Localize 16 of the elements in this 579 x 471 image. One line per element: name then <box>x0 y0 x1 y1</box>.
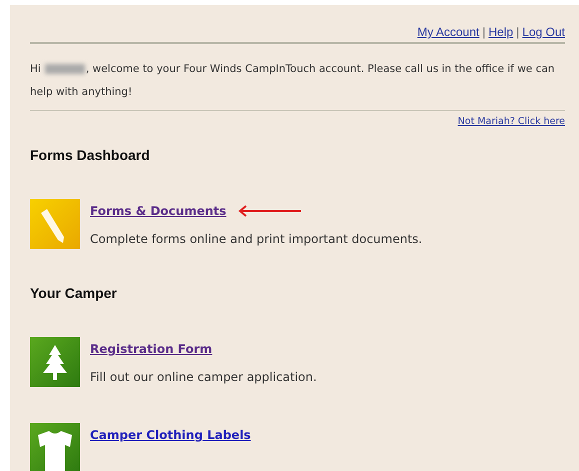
shirt-icon[interactable] <box>30 423 80 471</box>
item-link[interactable]: Forms & Documents <box>90 204 226 218</box>
item-link[interactable]: Camper Clothing Labels <box>90 428 251 442</box>
link-separator: | <box>482 25 486 39</box>
tree-icon[interactable] <box>30 337 80 387</box>
header-link[interactable]: My Account <box>417 25 480 39</box>
section-heading: Forms Dashboard <box>30 147 151 163</box>
header-link[interactable]: Help <box>488 25 514 39</box>
greeting-text: Hi , welcome to your Four Winds CampInTouch account. Please call us in the office if we can help with anything! <box>30 62 556 100</box>
switch-user-link[interactable]: Not Mariah? Click here <box>458 116 565 127</box>
header-link[interactable]: Log Out <box>522 25 565 39</box>
item-link[interactable]: Registration Form <box>90 342 212 356</box>
section-heading: Your Camper <box>30 285 118 301</box>
item-description: Complete forms online and print important documents. <box>90 232 422 246</box>
item-description: Fill out our online camper application. <box>90 370 317 384</box>
link-separator: | <box>516 25 520 39</box>
